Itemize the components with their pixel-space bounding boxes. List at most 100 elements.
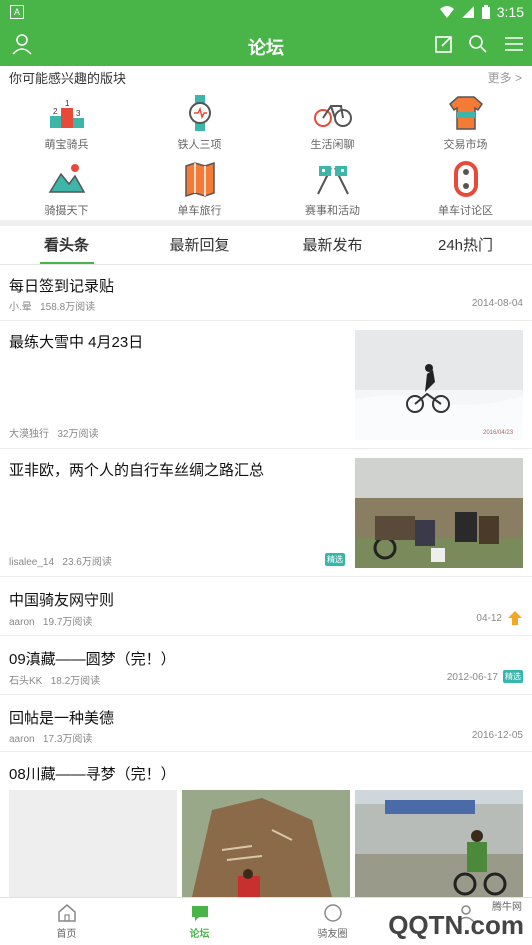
village-cyclist-image <box>355 790 523 897</box>
post-meta: 小.晕 158.8万阅读 <box>9 298 95 313</box>
checkered-flags-icon <box>316 166 349 195</box>
category-item[interactable]: 生活闲聊 <box>266 94 399 152</box>
post-item[interactable]: 亚非欧，两个人的自行车丝绸之路汇总 lisalee_14 23.6万阅读 精选 <box>0 449 532 577</box>
category-label: 铁人三项 <box>177 139 222 151</box>
category-item[interactable]: 单车旅行 <box>133 160 266 218</box>
snow-cyclist-image: 2016/04/23 <box>355 330 523 440</box>
post-item[interactable]: 回帖是一种美德 aaron 17.3万阅读 2016-12-05 <box>0 695 532 752</box>
category-item[interactable]: 单车讨论区 <box>399 160 532 218</box>
watermark-subtext: 腾牛网 <box>492 902 522 913</box>
category-label: 萌宝骑兵 <box>44 139 89 151</box>
post-author: aaron <box>9 617 35 628</box>
tab-24h-hot[interactable]: 24h热门 <box>399 234 532 255</box>
post-item[interactable]: 09滇藏——圆梦（完！） 石头KK 18.2万阅读 2012-06-17 精选 <box>0 636 532 695</box>
post-thumbnail <box>355 458 523 568</box>
wifi-icon <box>439 6 454 18</box>
watermark-text: QQTN.com <box>388 910 524 940</box>
rock-carving-image <box>182 790 350 897</box>
nav-home[interactable]: 首页 <box>0 902 133 940</box>
post-author: 小.晕 <box>9 302 32 313</box>
watch-icon <box>188 95 211 131</box>
post-title: 每日签到记录贴 <box>9 278 115 295</box>
post-item[interactable]: 每日签到记录贴 小.晕 158.8万阅读 2014-08-04 <box>0 265 532 321</box>
interest-section-header: 你可能感兴趣的版块 更多 > <box>0 66 532 86</box>
post-date: 04-12 <box>476 613 502 624</box>
thumb-caption: 2016/04/23 <box>483 430 514 436</box>
post-title: 回帖是一种美德 <box>9 710 115 727</box>
tab-latest-reply[interactable]: 最新回复 <box>133 234 266 255</box>
active-tab-indicator <box>40 262 94 264</box>
post-thumbnail: 2016/04/23 <box>355 330 523 440</box>
post-meta: 大漠独行 32万阅读 <box>9 425 98 440</box>
post-author: 石头KK <box>9 676 43 687</box>
category-label: 单车旅行 <box>177 205 222 217</box>
post-date: 2014-08-04 <box>471 298 523 309</box>
post-item[interactable]: 08川藏——寻梦（完！） <box>0 752 532 897</box>
post-meta: 石头KK 18.2万阅读 <box>9 672 100 687</box>
category-label: 交易市场 <box>443 139 488 151</box>
category-label: 赛事和活动 <box>305 205 360 217</box>
category-item[interactable]: 铁人三项 <box>133 94 266 152</box>
post-meta: lisalee_14 23.6万阅读 <box>9 553 112 568</box>
watermark: QQTN.com 腾牛网 <box>314 898 524 944</box>
nav-label: 首页 <box>56 929 77 940</box>
bike-chain-icon <box>453 161 478 197</box>
menu-button[interactable] <box>502 32 526 56</box>
post-reads: 17.3万阅读 <box>42 734 93 745</box>
post-author: lisalee_14 <box>9 557 55 568</box>
cyclists-roadside-image <box>355 458 523 568</box>
post-reads: 32万阅读 <box>57 429 99 440</box>
battery-icon <box>481 5 490 19</box>
category-label: 单车讨论区 <box>438 205 493 217</box>
category-item[interactable]: 赛事和活动 <box>266 160 399 218</box>
category-item[interactable]: 骑摄天下 <box>0 160 133 218</box>
svg-text:3: 3 <box>76 109 81 118</box>
post-title: 08川藏——寻梦（完！） <box>9 766 176 783</box>
post-item[interactable]: 中国骑友网守则 aaron 19.7万阅读 04-12 <box>0 577 532 636</box>
nav-forum[interactable]: 论坛 <box>133 902 266 940</box>
tab-bar: 看头条 最新回复 最新发布 24h热门 <box>0 226 532 265</box>
list-menu-icon <box>505 37 523 51</box>
category-item[interactable]: 交易市场 <box>399 94 532 152</box>
post-title: 最练大雪中 4月23日 <box>9 334 144 351</box>
featured-badge: 精选 <box>503 670 523 683</box>
more-link[interactable]: 更多 > <box>488 69 522 86</box>
post-title: 亚非欧，两个人的自行车丝绸之路汇总 <box>9 462 265 479</box>
post-title: 中国骑友网守则 <box>9 592 115 609</box>
post-meta: aaron 19.7万阅读 <box>9 613 92 628</box>
nav-label: 论坛 <box>189 929 210 940</box>
post-meta: aaron 17.3万阅读 <box>9 730 92 745</box>
post-image-placeholder <box>9 790 177 897</box>
post-reads: 23.6万阅读 <box>62 557 112 568</box>
signal-icon <box>461 6 474 18</box>
mountain-photo-icon <box>48 164 85 193</box>
compose-button[interactable] <box>432 32 456 56</box>
post-reads: 158.8万阅读 <box>40 302 96 313</box>
post-date: 2016-12-05 <box>471 730 523 741</box>
notification-icon: A <box>10 5 24 19</box>
category-item[interactable]: 12 3 萌宝骑兵 <box>0 94 133 152</box>
post-reads: 18.2万阅读 <box>50 676 101 687</box>
tab-latest-post[interactable]: 最新发布 <box>266 234 399 255</box>
app-bar: 论坛 <box>0 24 532 66</box>
category-label: 骑摄天下 <box>44 205 89 217</box>
category-grid: 123 萌宝骑兵 铁人三项 生活闲聊 交易市场 骑摄天下 单车旅行 赛事和活动 … <box>0 90 532 220</box>
status-bar: A 3:15 <box>0 0 532 24</box>
post-title: 09滇藏——圆梦（完！） <box>9 651 176 668</box>
search-icon <box>469 35 487 53</box>
post-item[interactable]: 最练大雪中 4月23日 大漠独行 32万阅读 2016/04/23 <box>0 321 532 449</box>
podium-icon: 12 3 <box>49 99 84 128</box>
home-icon <box>57 904 76 922</box>
svg-text:2: 2 <box>53 107 58 116</box>
post-reads: 19.7万阅读 <box>42 617 93 628</box>
svg-text:1: 1 <box>65 99 70 108</box>
post-date: 2012-06-17 <box>446 672 498 683</box>
search-button[interactable] <box>466 32 490 56</box>
pinned-up-arrow-icon <box>508 611 522 625</box>
jersey-icon <box>448 96 483 130</box>
tab-headlines[interactable]: 看头条 <box>0 234 133 255</box>
featured-badge: 精选 <box>325 553 345 566</box>
status-time: 3:15 <box>496 4 524 20</box>
post-author: aaron <box>9 734 35 745</box>
category-label: 生活闲聊 <box>310 139 355 151</box>
